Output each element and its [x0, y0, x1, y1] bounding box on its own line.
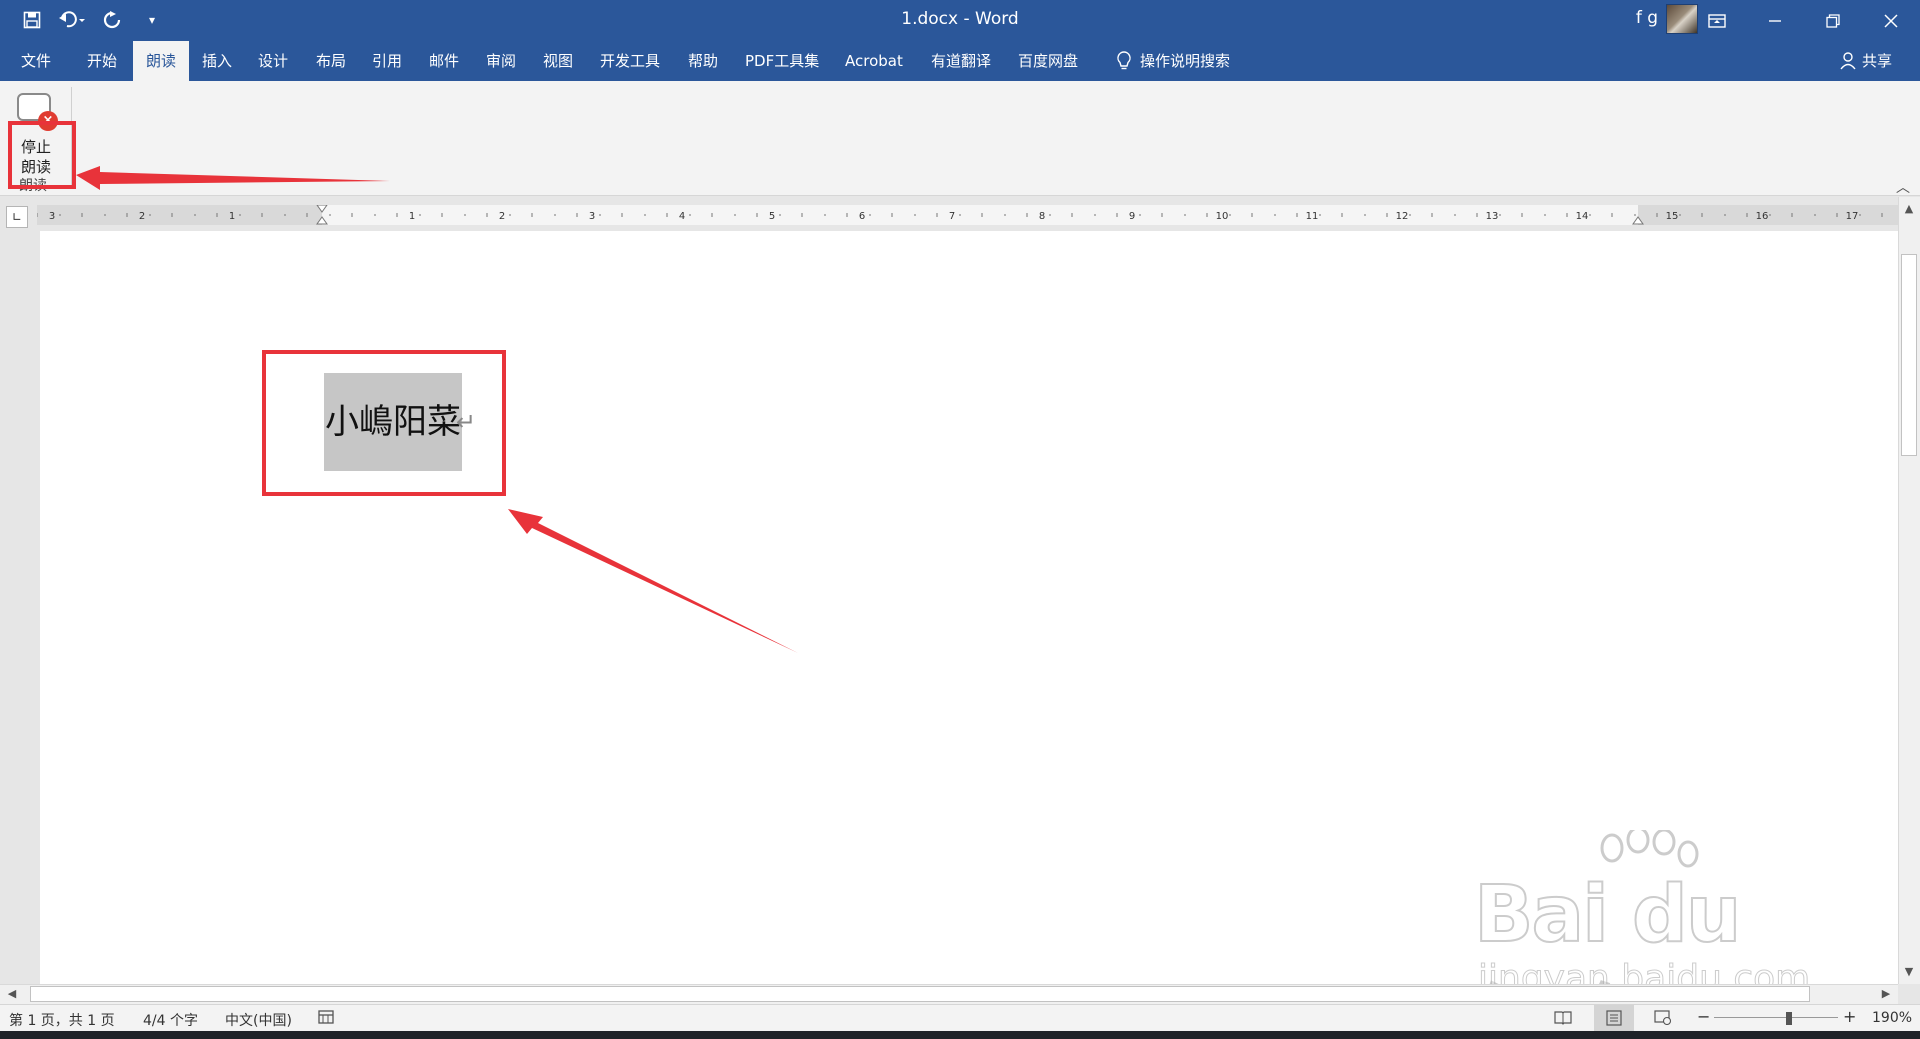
tab-design[interactable]: 设计: [248, 41, 298, 81]
baidu-jingyan-watermark: Bai du 经验 jingyan.baidu.com: [1470, 830, 1830, 1039]
tab-help[interactable]: 帮助: [678, 41, 728, 81]
ruler-label: 8: [1039, 211, 1045, 222]
ruler-label: 6: [859, 211, 865, 222]
ruler-label: 7: [949, 211, 955, 222]
tell-me-label: 操作说明搜索: [1140, 52, 1231, 70]
zoom-out-icon[interactable]: −: [1697, 1007, 1710, 1026]
read-mode-icon[interactable]: [1554, 1009, 1572, 1029]
ruler-label: 4: [679, 211, 685, 222]
tab-review[interactable]: 审阅: [476, 41, 526, 81]
ruler-label: 15: [1666, 211, 1679, 222]
scroll-right-icon[interactable]: ▶: [1877, 985, 1895, 1003]
web-layout-icon[interactable]: [1654, 1009, 1672, 1029]
tab-selector-icon[interactable]: ∟: [6, 206, 28, 228]
tab-pdf-tools[interactable]: PDF工具集: [735, 41, 829, 81]
zoom-in-icon[interactable]: +: [1843, 1007, 1856, 1026]
scroll-up-icon[interactable]: ▲: [1900, 200, 1918, 218]
vertical-scroll-thumb[interactable]: [1901, 254, 1917, 456]
title-bar: ▾ 1.docx - Word f g: [0, 0, 1920, 41]
status-bar: 第 1 页，共 1 页 4/4 个字 中文(中国) − + 190%: [0, 1004, 1920, 1031]
os-taskbar: [0, 1031, 1920, 1039]
user-name[interactable]: f g: [1636, 8, 1658, 28]
ruler-label: 17: [1846, 211, 1859, 222]
language-indicator[interactable]: 中文(中国): [225, 1010, 292, 1030]
ruler-label: 3: [49, 211, 55, 222]
ruler-label: 2: [499, 211, 505, 222]
scroll-left-icon[interactable]: ◀: [3, 985, 21, 1003]
tab-file[interactable]: 文件: [11, 41, 61, 81]
tab-baidu-netdisk[interactable]: 百度网盘: [1008, 41, 1088, 81]
tab-youdao[interactable]: 有道翻译: [921, 41, 1001, 81]
tab-developer[interactable]: 开发工具: [590, 41, 670, 81]
person-icon: [1840, 52, 1856, 70]
ruler-label: 9: [1129, 211, 1135, 222]
ribbon-tabs: 文件 开始 朗读 插入 设计 布局 引用 邮件 审阅 视图 开发工具 帮助 PD…: [0, 41, 1920, 81]
tab-mailings[interactable]: 邮件: [419, 41, 469, 81]
tab-acrobat[interactable]: Acrobat: [835, 41, 913, 81]
restore-icon[interactable]: [1804, 0, 1862, 41]
print-layout-icon[interactable]: [1594, 1005, 1634, 1031]
horizontal-ruler: ∟ 3 2 1 1 2 3 4 5 6 7 8 9 10 11 12 13 14 15 16 17: [0, 197, 1920, 231]
tab-insert[interactable]: 插入: [192, 41, 242, 81]
page-count[interactable]: 第 1 页，共 1 页: [9, 1010, 115, 1030]
tab-read-aloud[interactable]: 朗读: [133, 41, 189, 81]
horizontal-scroll-thumb[interactable]: [30, 986, 1810, 1002]
ruler-label: 10: [1216, 211, 1229, 222]
collapse-ribbon-icon[interactable]: ︿: [1896, 177, 1910, 197]
word-window: ▾ 1.docx - Word f g 文件 开始 朗读 插入 设计 布局 引用…: [0, 0, 1920, 1039]
ruler-label: 1: [409, 211, 415, 222]
share-label: 共享: [1861, 52, 1892, 70]
tell-me-search[interactable]: 操作说明搜索: [1106, 41, 1240, 81]
tab-view[interactable]: 视图: [533, 41, 583, 81]
share-button[interactable]: 共享: [1840, 41, 1892, 81]
tab-references[interactable]: 引用: [362, 41, 412, 81]
ruler-scale[interactable]: 3 2 1 1 2 3 4 5 6 7 8 9 10 11 12 13 14 15 16 17: [37, 205, 1899, 225]
tab-layout[interactable]: 布局: [306, 41, 356, 81]
macro-record-icon[interactable]: [318, 1009, 334, 1029]
ruler-label: 14: [1576, 211, 1589, 222]
annotation-box-document-text: [262, 350, 506, 496]
zoom-level[interactable]: 190%: [1872, 1010, 1912, 1026]
word-count[interactable]: 4/4 个字: [143, 1010, 198, 1030]
annotation-box-stop-button: [8, 121, 76, 189]
window-title: 1.docx - Word: [901, 9, 1019, 29]
close-icon[interactable]: [1862, 0, 1920, 41]
ruler-label: 5: [769, 211, 775, 222]
ribbon: × 停止 朗读 朗读 ︿: [0, 81, 1920, 196]
ruler-label: 11: [1306, 211, 1319, 222]
lightbulb-icon: [1117, 51, 1131, 70]
minimize-icon[interactable]: [1746, 0, 1804, 41]
ruler-label: 12: [1396, 211, 1409, 222]
zoom-slider[interactable]: [1714, 1017, 1838, 1018]
ruler-label: 13: [1486, 211, 1499, 222]
ruler-label: 3: [589, 211, 595, 222]
scroll-down-icon[interactable]: ▼: [1900, 963, 1918, 981]
ruler-label: 1: [229, 211, 235, 222]
tab-home[interactable]: 开始: [77, 41, 127, 81]
ruler-label: 16: [1756, 211, 1769, 222]
ruler-label: 2: [139, 211, 145, 222]
zoom-slider-thumb[interactable]: [1786, 1012, 1792, 1025]
ribbon-display-options-icon[interactable]: [1688, 0, 1746, 41]
